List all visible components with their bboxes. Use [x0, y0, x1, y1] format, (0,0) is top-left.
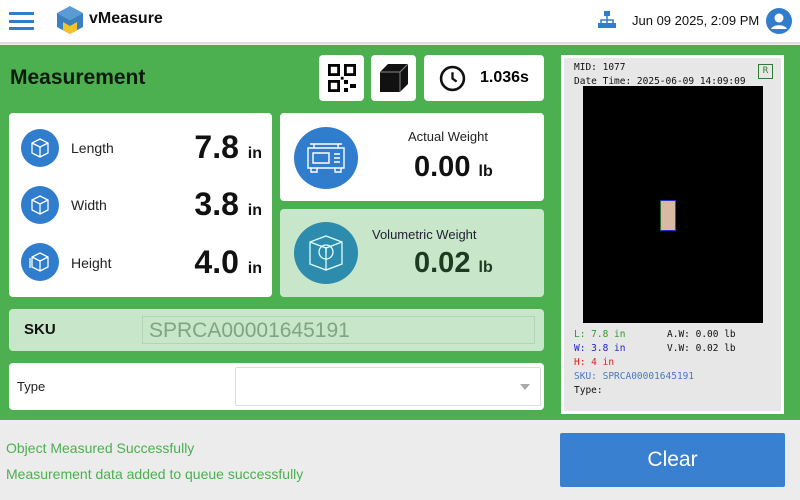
dimensions-card: Length 7.8 in Width 3.8 in Height 4.0 in: [9, 113, 272, 297]
length-value: 7.8 in: [194, 129, 262, 165]
preview-panel: MID: 1077 Date Time: 2025-06-09 14:09:09…: [561, 55, 784, 414]
volumetric-weight-label: Volumetric Weight: [372, 227, 477, 242]
app-name: vMeasure: [89, 10, 163, 27]
page-title: Measurement: [10, 66, 146, 89]
length-icon: [21, 129, 59, 167]
width-value: 3.8 in: [194, 186, 262, 222]
preview-volumetric-weight: V.W: 0.02 lb: [667, 343, 736, 354]
volumetric-weight-card: Volumetric Weight 0.02 lb: [280, 209, 544, 297]
type-label: Type: [17, 379, 46, 394]
type-row: Type: [9, 363, 544, 410]
preview-length: L: 7.8 in: [574, 329, 626, 340]
preview-height: H: 4 in: [574, 357, 615, 368]
status-message: Measurement data added to queue successf…: [6, 466, 304, 482]
3d-view-button[interactable]: [371, 55, 416, 101]
cube-icon: [379, 63, 408, 92]
app-header: vMeasure Jun 09 2025, 2:09 PM: [0, 0, 800, 44]
qr-code-icon: [327, 64, 356, 92]
camera-image: [583, 86, 763, 323]
preview-width: W: 3.8 in: [574, 343, 626, 354]
preview-badge: R: [758, 64, 773, 79]
chevron-down-icon: [520, 384, 530, 390]
elapsed-time-display: 1.036s: [424, 55, 544, 101]
actual-weight-label: Actual Weight: [408, 129, 488, 144]
height-icon: [21, 243, 59, 281]
width-label: Width: [71, 197, 107, 213]
scale-icon: [294, 127, 358, 189]
logo-icon: [57, 6, 83, 34]
height-label: Height: [71, 255, 112, 271]
network-icon[interactable]: [598, 11, 616, 29]
clock-icon: [439, 65, 466, 92]
width-icon: [21, 186, 59, 224]
preview-mid: MID: 1077: [574, 62, 626, 73]
clear-button[interactable]: Clear: [560, 433, 785, 487]
preview-sku: SKU: SPRCA00001645191: [574, 371, 695, 382]
sku-label: SKU: [24, 321, 56, 338]
volumetric-icon: [294, 222, 358, 284]
actual-weight-card: Actual Weight 0.00 lb: [280, 113, 544, 201]
preview-actual-weight: A.W: 0.00 lb: [667, 329, 736, 340]
measured-object: [660, 200, 676, 231]
user-avatar-icon[interactable]: [765, 7, 793, 35]
actual-weight-value: 0.00 lb: [414, 151, 493, 183]
qr-scan-button[interactable]: [319, 55, 364, 101]
type-select[interactable]: [235, 367, 541, 406]
sku-input[interactable]: SPRCA00001645191: [142, 316, 535, 344]
length-label: Length: [71, 140, 114, 156]
status-message: Object Measured Successfully: [6, 440, 195, 456]
menu-icon[interactable]: [9, 12, 34, 30]
elapsed-time: 1.036s: [480, 69, 529, 86]
sku-row: SKU SPRCA00001645191: [9, 309, 544, 351]
volumetric-weight-value: 0.02 lb: [414, 247, 493, 279]
header-datetime: Jun 09 2025, 2:09 PM: [632, 13, 760, 28]
preview-type: Type:: [574, 385, 603, 396]
height-value: 4.0 in: [194, 244, 262, 280]
